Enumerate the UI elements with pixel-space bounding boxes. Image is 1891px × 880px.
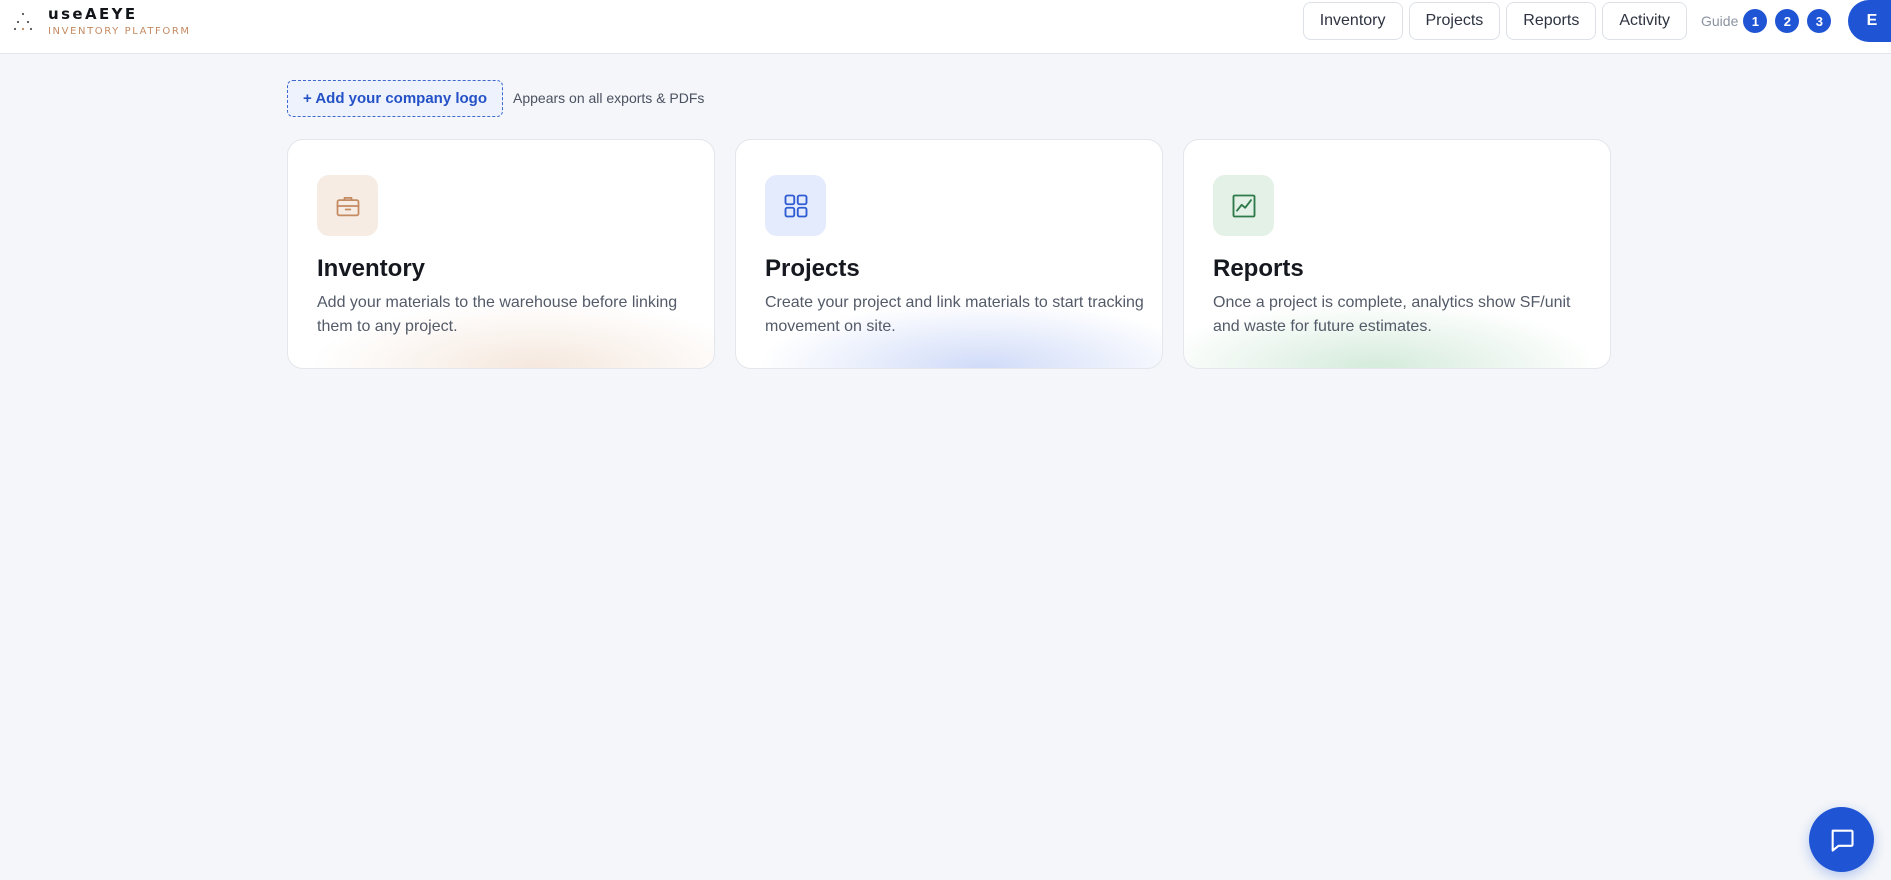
- toolbox-icon: [317, 175, 378, 236]
- card-description: Once a project is complete, analytics sh…: [1213, 294, 1571, 335]
- nav-projects-button[interactable]: Projects: [1408, 2, 1501, 40]
- card-title: Reports: [1213, 255, 1304, 282]
- guide-step-1[interactable]: 1: [1743, 9, 1768, 33]
- brand[interactable]: useAEYE INVENTORY PLATFORM: [12, 4, 191, 46]
- nav-activity-button[interactable]: Activity: [1602, 2, 1687, 40]
- reports-card[interactable]: Reports Once a project is complete, anal…: [1183, 139, 1611, 369]
- nav-reports-button[interactable]: Reports: [1506, 2, 1597, 40]
- line-chart-icon: [1213, 175, 1274, 236]
- card-description: Create your project and link materials t…: [765, 294, 1144, 335]
- chat-button[interactable]: [1809, 807, 1874, 872]
- brand-subtitle: INVENTORY PLATFORM: [48, 26, 191, 37]
- user-avatar[interactable]: E: [1848, 0, 1891, 42]
- grid-icon: [765, 175, 826, 236]
- guide-steps: Guide 1 2 3: [1701, 9, 1839, 33]
- chat-bubble-icon: [1831, 829, 1854, 852]
- projects-card[interactable]: Projects Create your project and link ma…: [735, 139, 1163, 369]
- add-company-logo-button[interactable]: + Add your company logo: [287, 80, 503, 117]
- guide-step-2[interactable]: 2: [1775, 9, 1800, 33]
- main-nav: Inventory Projects Reports Activity: [1302, 2, 1687, 40]
- guide-label: Guide: [1701, 13, 1739, 29]
- card-title: Inventory: [317, 255, 426, 282]
- card-description: Add your materials to the warehouse befo…: [317, 294, 678, 335]
- guide-step-3[interactable]: 3: [1807, 9, 1832, 33]
- brand-logo-icon: [13, 12, 33, 31]
- nav-inventory-button[interactable]: Inventory: [1302, 2, 1403, 40]
- logo-note: Appears on all exports & PDFs: [513, 90, 705, 106]
- brand-name: useAEYE: [48, 5, 138, 23]
- inventory-card[interactable]: Inventory Add your materials to the ware…: [287, 139, 715, 369]
- top-bar: useAEYE INVENTORY PLATFORM Inventory Pro…: [0, 0, 1891, 54]
- card-title: Projects: [765, 255, 860, 282]
